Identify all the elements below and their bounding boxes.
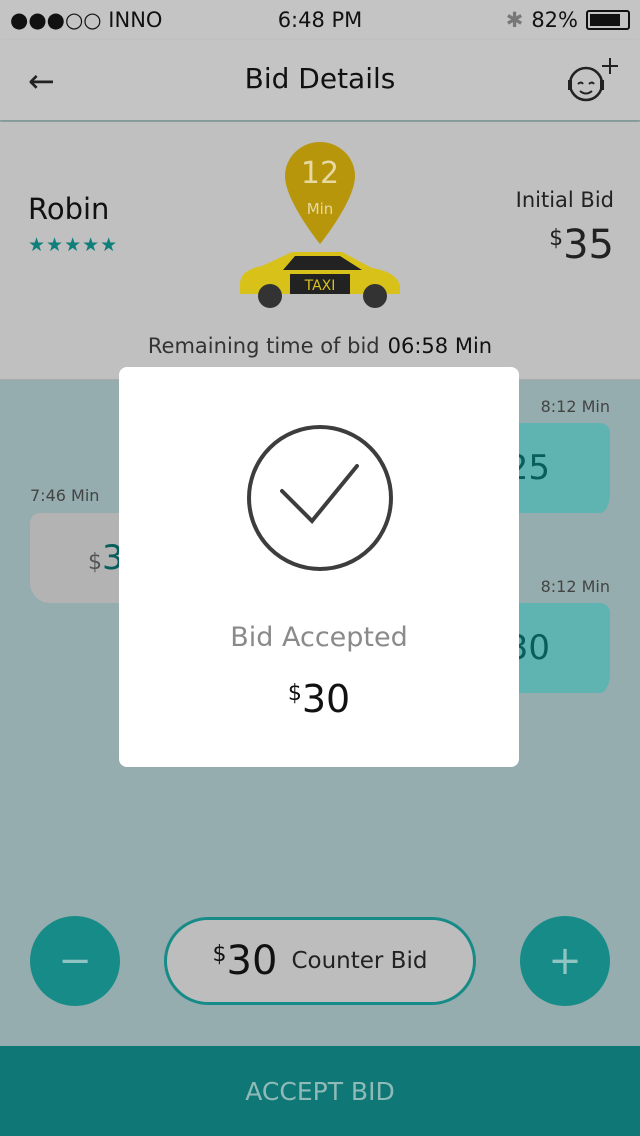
currency: $ — [212, 942, 227, 967]
currency: $ — [287, 681, 302, 706]
bid-summary: Robin ★★★★★ 12 Min TAXI Initial Bid $35 … — [0, 122, 640, 380]
bluetooth-icon: ✱ — [505, 8, 524, 32]
taxi-label: TAXI — [304, 278, 336, 294]
remaining-label: Remaining time of bid — [147, 334, 380, 358]
dialog-title: Bid Accepted — [230, 622, 408, 653]
battery-icon — [586, 10, 630, 30]
initial-bid-label: Initial Bid — [515, 188, 614, 212]
bid-accepted-dialog: Bid Accepted $30 — [119, 367, 519, 767]
increase-button[interactable]: + — [520, 916, 610, 1006]
remaining-time: Remaining time of bid 06:58 Min — [0, 334, 640, 358]
accept-bid-button[interactable]: ACCEPT BID — [0, 1046, 640, 1136]
currency: $ — [549, 226, 564, 251]
status-bar: ●●●○○ INNO 6:48 PM ✱ 82% — [0, 0, 640, 40]
amount: 30 — [301, 677, 351, 721]
amount: 35 — [563, 222, 614, 268]
counter-label: Counter Bid — [291, 948, 428, 974]
remaining-value: 06:58 Min — [387, 334, 493, 358]
check-circle-icon — [247, 425, 393, 571]
support-agent-add-icon[interactable] — [564, 56, 620, 106]
bid-time: 8:12 Min — [540, 577, 610, 596]
bid-time: 7:46 Min — [30, 486, 100, 505]
amount: 30 — [226, 938, 278, 984]
nav-header: ← Bid Details — [0, 40, 640, 120]
eta-pin: 12 Min — [283, 140, 357, 246]
decrease-button[interactable]: − — [30, 916, 120, 1006]
page-title: Bid Details — [244, 62, 396, 95]
accepted-amount: $30 — [119, 677, 519, 721]
eta-value: 12 — [300, 156, 340, 191]
bid-time: 8:12 Min — [540, 397, 610, 416]
eta-unit: Min — [306, 200, 334, 218]
currency: $ — [88, 549, 102, 575]
counter-amount: $30 — [213, 938, 278, 984]
driver-name: Robin — [28, 192, 110, 226]
initial-bid-value: $35 — [549, 222, 614, 268]
counter-bid-button[interactable]: $30 Counter Bid — [164, 917, 476, 1005]
taxi-icon: TAXI — [240, 252, 400, 308]
star-rating: ★★★★★ — [28, 234, 119, 256]
battery-percent: 82% — [531, 8, 578, 32]
